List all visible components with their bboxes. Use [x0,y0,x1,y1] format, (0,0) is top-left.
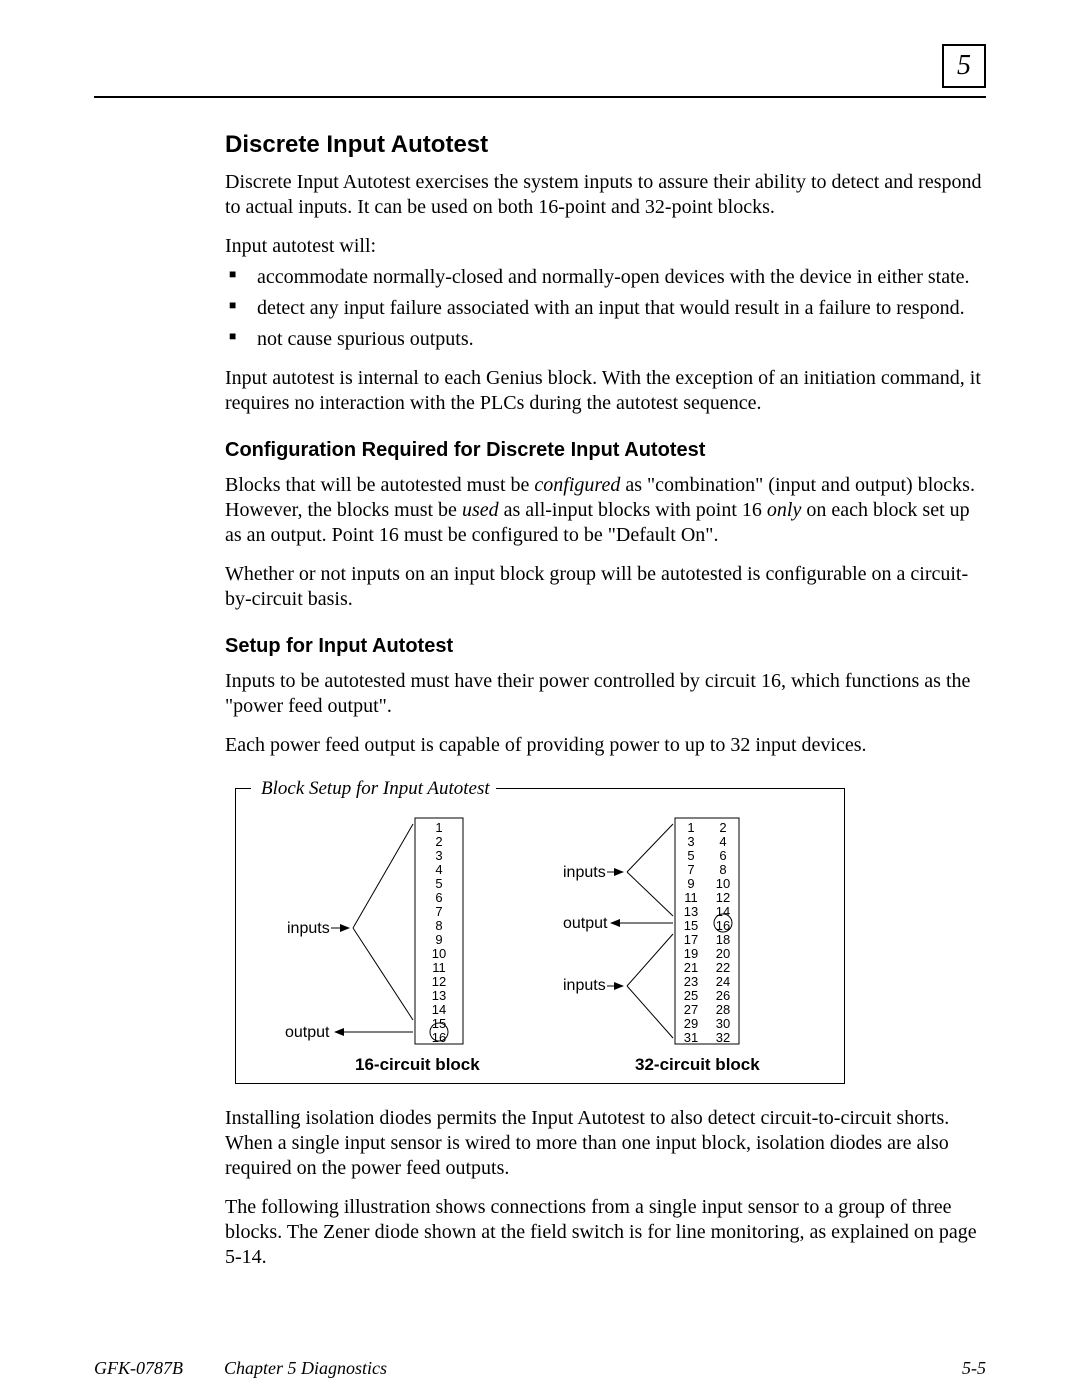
label-output: output [563,915,608,932]
svg-text:19: 19 [684,946,698,961]
block-16: 12345678910111213141516 inputs output 16… [285,818,480,1074]
page: 5 Discrete Input Autotest Discrete Input… [0,0,1080,1397]
text: as all-input blocks with point 16 [499,499,767,521]
svg-text:31: 31 [684,1030,698,1045]
caption-16: 16-circuit block [355,1055,480,1074]
list-item: detect any input failure associated with… [225,296,983,321]
svg-text:2: 2 [719,820,726,835]
svg-text:5: 5 [687,848,694,863]
svg-text:29: 29 [684,1016,698,1031]
text-italic: configured [534,474,620,496]
section-title: Discrete Input Autotest [225,130,983,160]
caption-32: 32-circuit block [635,1055,760,1074]
svg-text:6: 6 [435,890,442,905]
svg-text:3: 3 [435,848,442,863]
svg-text:13: 13 [432,988,446,1003]
config-p2: Whether or not inputs on an input block … [225,562,983,612]
svg-text:3: 3 [687,834,694,849]
svg-text:30: 30 [716,1016,730,1031]
svg-text:16: 16 [432,1030,446,1045]
block-32: 135791113151719212325272931 246810121416… [563,818,760,1074]
svg-text:8: 8 [435,918,442,933]
setup-title: Setup for Input Autotest [225,634,983,659]
svg-text:28: 28 [716,1002,730,1017]
svg-text:4: 4 [435,862,442,877]
svg-text:1: 1 [435,820,442,835]
label-inputs: inputs [563,977,606,994]
svg-text:7: 7 [687,862,694,877]
after-bullets: Input autotest is internal to each Geniu… [225,366,983,416]
svg-text:27: 27 [684,1002,698,1017]
list-item: not cause spurious outputs. [225,327,983,352]
list-item: accommodate normally-closed and normally… [225,265,983,290]
svg-text:12: 12 [432,974,446,989]
svg-text:32: 32 [716,1030,730,1045]
svg-text:11: 11 [684,890,698,905]
config-title: Configuration Required for Discrete Inpu… [225,438,983,463]
content: Discrete Input Autotest Discrete Input A… [225,130,983,1284]
svg-text:10: 10 [716,876,730,891]
text-italic: only [767,499,801,521]
header-rule [94,96,986,98]
svg-text:12: 12 [716,890,730,905]
chapter-number: 5 [957,50,971,81]
svg-text:11: 11 [432,960,446,975]
footer-page-number: 5-5 [962,1357,986,1380]
svg-text:9: 9 [687,876,694,891]
svg-text:8: 8 [719,862,726,877]
svg-text:5: 5 [435,876,442,891]
svg-text:15: 15 [684,918,698,933]
svg-text:26: 26 [716,988,730,1003]
config-p1: Blocks that will be autotested must be c… [225,473,983,548]
intro: Discrete Input Autotest exercises the sy… [225,170,983,220]
svg-text:7: 7 [435,904,442,919]
svg-text:1: 1 [687,820,694,835]
setup-p1: Inputs to be autotested must have their … [225,669,983,719]
text: Blocks that will be autotested must be [225,474,534,496]
figure-block-setup: Block Setup for Input Autotest 123456789… [225,774,845,1084]
lead: Input autotest will: [225,234,983,259]
after-fig-p2: The following illustration shows connect… [225,1195,983,1270]
svg-text:24: 24 [716,974,730,989]
svg-text:9: 9 [435,932,442,947]
svg-text:22: 22 [716,960,730,975]
bullet-list: accommodate normally-closed and normally… [225,265,983,352]
svg-text:25: 25 [684,988,698,1003]
label-inputs: inputs [563,864,606,881]
svg-text:14: 14 [716,904,730,919]
svg-text:14: 14 [432,1002,446,1017]
svg-text:4: 4 [719,834,726,849]
svg-text:20: 20 [716,946,730,961]
svg-text:6: 6 [719,848,726,863]
svg-text:13: 13 [684,904,698,919]
svg-text:23: 23 [684,974,698,989]
label-inputs: inputs [287,920,330,937]
footer-chapter: Chapter 5 Diagnostics [224,1357,387,1380]
setup-p2: Each power feed output is capable of pro… [225,733,983,758]
text-italic: used [462,499,499,521]
after-fig-p1: Installing isolation diodes permits the … [225,1106,983,1181]
svg-text:21: 21 [684,960,698,975]
figure-svg: 12345678910111213141516 inputs output 16… [235,788,845,1084]
footer-doc-id: GFK-0787B [94,1357,183,1380]
svg-text:17: 17 [684,932,698,947]
svg-text:10: 10 [432,946,446,961]
svg-text:18: 18 [716,932,730,947]
chapter-number-box: 5 [942,44,986,88]
svg-text:2: 2 [435,834,442,849]
label-output: output [285,1024,330,1041]
